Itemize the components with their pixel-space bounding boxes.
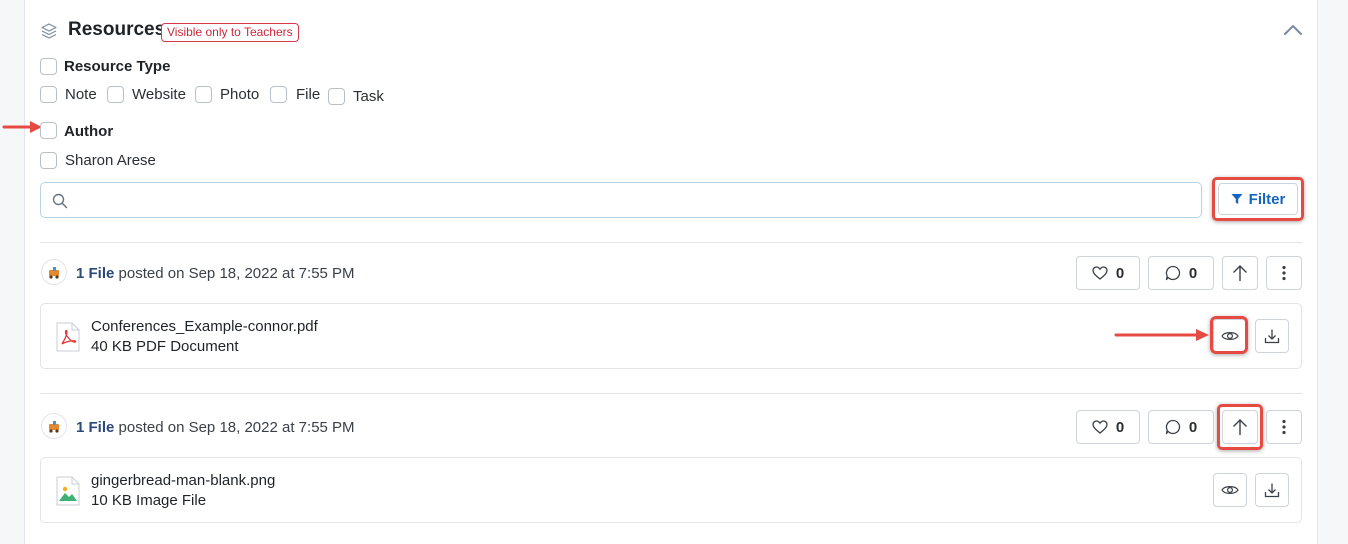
- avatar: [41, 259, 67, 285]
- sharon-arese-checkbox[interactable]: [40, 152, 57, 169]
- comment-count: 0: [1188, 418, 1198, 436]
- comment-icon: [1165, 265, 1180, 281]
- eye-icon: [1221, 486, 1239, 494]
- download-icon: [1264, 483, 1280, 498]
- task-label: Task: [353, 88, 384, 105]
- more-vertical-icon: [1282, 265, 1286, 281]
- task-checkbox[interactable]: [328, 88, 345, 105]
- posted-text: posted on Sep 18, 2022 at 7:55 PM: [118, 419, 355, 436]
- photo-checkbox[interactable]: [195, 86, 212, 103]
- more-vertical-icon: [1282, 419, 1286, 435]
- photo-label: Photo: [220, 86, 260, 103]
- posted-text: posted on Sep 18, 2022 at 7:55 PM: [118, 265, 355, 282]
- more-options-button[interactable]: [1266, 256, 1302, 290]
- image-file-icon: [56, 476, 80, 506]
- search-input[interactable]: [73, 183, 1193, 217]
- visibility-badge: Visible only to Teachers: [161, 23, 299, 42]
- more-options-button[interactable]: [1266, 410, 1302, 444]
- comment-icon: [1165, 419, 1180, 435]
- post-meta: 1 File posted on Sep 18, 2022 at 7:55 PM: [76, 265, 355, 282]
- like-count: 0: [1115, 418, 1125, 436]
- move-up-highlight: [1217, 404, 1263, 450]
- file-label: File: [296, 86, 321, 103]
- comment-button[interactable]: 0: [1148, 410, 1214, 444]
- author-checkbox[interactable]: [40, 122, 57, 139]
- download-button[interactable]: [1255, 319, 1289, 353]
- sharon-arese-label: Sharon Arese: [65, 152, 156, 169]
- website-checkbox[interactable]: [107, 86, 124, 103]
- file-description: 10 KB Image File: [91, 492, 207, 509]
- file-card[interactable]: gingerbread-man-blank.png 10 KB Image Fi…: [40, 457, 1302, 523]
- layers-icon: [41, 23, 57, 39]
- heart-icon: [1092, 420, 1108, 434]
- resource-type-checkbox[interactable]: [40, 58, 57, 75]
- funnel-icon: [1231, 194, 1243, 204]
- resource-type-label: Resource Type: [64, 58, 171, 75]
- avatar: [41, 413, 67, 439]
- divider: [40, 242, 1302, 243]
- section-title: Resources: [68, 19, 166, 40]
- preview-highlight: [1210, 316, 1248, 354]
- note-label: Note: [65, 86, 97, 103]
- pdf-file-icon: [56, 322, 80, 352]
- file-description: 40 KB PDF Document: [91, 338, 239, 355]
- file-name[interactable]: gingerbread-man-blank.png: [91, 472, 275, 489]
- comment-button[interactable]: 0: [1148, 256, 1214, 290]
- website-label: Website: [132, 86, 186, 103]
- chevron-up-icon[interactable]: [1282, 20, 1304, 40]
- author-label: Author: [64, 123, 114, 140]
- like-button[interactable]: 0: [1076, 256, 1140, 290]
- like-button[interactable]: 0: [1076, 410, 1140, 444]
- annotation-arrow: [1114, 329, 1209, 341]
- filter-button-label: Filter: [1248, 190, 1286, 208]
- like-count: 0: [1115, 264, 1125, 282]
- preview-button[interactable]: [1213, 473, 1247, 507]
- download-button[interactable]: [1255, 473, 1289, 507]
- file-count[interactable]: 1 File: [76, 419, 114, 436]
- heart-icon: [1092, 266, 1108, 280]
- search-icon: [52, 193, 68, 209]
- arrow-up-icon: [1233, 265, 1247, 281]
- comment-count: 0: [1188, 264, 1198, 282]
- annotation-arrow: [2, 121, 42, 133]
- file-name[interactable]: Conferences_Example-connor.pdf: [91, 318, 318, 335]
- post-meta: 1 File posted on Sep 18, 2022 at 7:55 PM: [76, 419, 355, 436]
- move-up-button[interactable]: [1222, 256, 1258, 290]
- file-checkbox[interactable]: [270, 86, 287, 103]
- search-field: [40, 182, 1202, 218]
- download-icon: [1264, 329, 1280, 344]
- file-card[interactable]: Conferences_Example-connor.pdf 40 KB PDF…: [40, 303, 1302, 369]
- file-count[interactable]: 1 File: [76, 265, 114, 282]
- divider: [40, 393, 1302, 394]
- filter-button[interactable]: Filter: [1218, 183, 1298, 215]
- note-checkbox[interactable]: [40, 86, 57, 103]
